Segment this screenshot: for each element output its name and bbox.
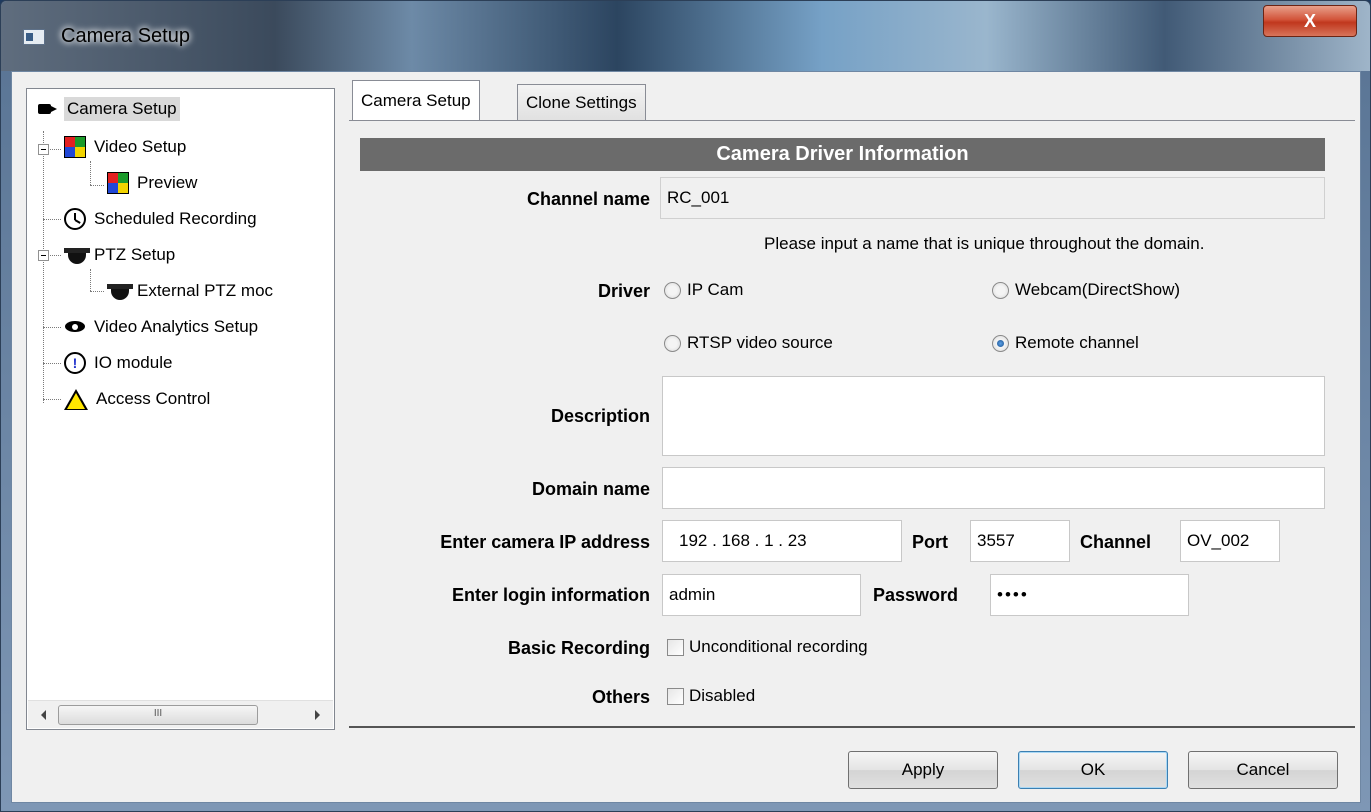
checkbox[interactable] — [667, 638, 684, 656]
channel-name-hint: Please input a name that is unique throu… — [764, 234, 1205, 253]
radio-button[interactable] — [664, 334, 681, 352]
cancel-button[interactable]: Cancel — [1188, 751, 1338, 789]
ip-address-label: Enter camera IP address — [440, 532, 650, 552]
tree-item-preview[interactable]: Preview — [107, 168, 200, 198]
driver-radio-remote-channel[interactable]: Remote channel — [992, 333, 1139, 353]
tree-item-io-module[interactable]: ! IO module — [64, 348, 175, 378]
driver-radio-webcam[interactable]: Webcam(DirectShow) — [992, 280, 1180, 300]
port-input[interactable]: 3557 — [970, 520, 1070, 562]
tab-clone-settings[interactable]: Clone Settings — [517, 84, 646, 120]
collapse-video-setup-toggle[interactable] — [38, 144, 49, 155]
apply-button[interactable]: Apply — [848, 751, 998, 789]
password-input[interactable]: •••• — [990, 574, 1189, 616]
radio-button-selected[interactable] — [992, 334, 1009, 352]
tree-item-external-ptz[interactable]: External PTZ moc — [107, 276, 276, 306]
radio-button[interactable] — [664, 281, 681, 299]
channel-name-label: Channel name — [526, 189, 650, 209]
others-label: Others — [591, 687, 650, 707]
section-header: Camera Driver Information — [360, 138, 1325, 171]
info-icon: ! — [64, 352, 86, 374]
warning-icon — [64, 388, 88, 410]
radio-button[interactable] — [992, 281, 1009, 299]
ptz-dome-icon — [64, 244, 90, 266]
channel-input[interactable]: OV_002 — [1180, 520, 1280, 562]
dialog-client-area: Camera Setup Video Setup Preview Schedul… — [11, 71, 1361, 803]
clock-icon — [64, 208, 86, 230]
tree-item-access-control[interactable]: Access Control — [64, 384, 213, 414]
tab-camera-setup[interactable]: Camera Setup — [352, 80, 480, 120]
domain-name-label: Domain name — [531, 479, 650, 499]
channel-label: Channel — [1080, 532, 1152, 552]
ip-address-input[interactable]: 192 . 168 . 1 . 23 — [662, 520, 902, 562]
close-button[interactable]: X — [1263, 5, 1357, 37]
window-title: Camera Setup — [61, 25, 190, 47]
eye-icon — [64, 316, 86, 338]
login-label: Enter login information — [452, 585, 650, 605]
basic-recording-label: Basic Recording — [507, 638, 650, 658]
camera-icon — [37, 98, 59, 120]
channel-name-field[interactable]: RC_001 — [660, 177, 1325, 219]
checkbox[interactable] — [667, 687, 684, 705]
description-textarea[interactable] — [662, 376, 1325, 456]
username-input[interactable]: admin — [662, 574, 861, 616]
preview-grid-icon — [107, 172, 129, 194]
ptz-dome-icon — [107, 280, 133, 302]
disabled-checkbox[interactable]: Disabled — [667, 686, 755, 706]
tree-item-video-analytics[interactable]: Video Analytics Setup — [64, 312, 261, 342]
ok-button[interactable]: OK — [1018, 751, 1168, 789]
driver-radio-ip-cam[interactable]: IP Cam — [664, 280, 743, 300]
tree-horizontal-scrollbar[interactable]: III — [28, 700, 333, 728]
tree-item-scheduled-recording[interactable]: Scheduled Recording — [64, 204, 260, 234]
scroll-left-arrow-icon[interactable] — [41, 710, 46, 720]
tree-item-camera-setup[interactable]: Camera Setup — [37, 94, 180, 124]
setup-tree: Camera Setup Video Setup Preview Schedul… — [26, 88, 335, 730]
camera-setup-window: Camera Setup X Camera Setup Video Setup … — [0, 0, 1371, 812]
tree-item-video-setup[interactable]: Video Setup — [64, 132, 189, 162]
unconditional-recording-checkbox[interactable]: Unconditional recording — [667, 637, 868, 657]
title-bar[interactable]: Camera Setup X — [1, 1, 1370, 71]
description-label: Description — [550, 406, 650, 426]
video-grid-icon — [64, 136, 86, 158]
driver-radio-rtsp[interactable]: RTSP video source — [664, 333, 833, 353]
domain-name-input[interactable] — [662, 467, 1325, 509]
tree-item-ptz-setup[interactable]: PTZ Setup — [64, 240, 178, 270]
app-window-icon — [23, 29, 45, 45]
scrollbar-thumb[interactable]: III — [58, 705, 258, 725]
scroll-right-arrow-icon[interactable] — [315, 710, 320, 720]
driver-label: Driver — [597, 281, 650, 301]
collapse-ptz-setup-toggle[interactable] — [38, 250, 49, 261]
port-label: Port — [912, 532, 948, 552]
password-label: Password — [873, 585, 959, 605]
